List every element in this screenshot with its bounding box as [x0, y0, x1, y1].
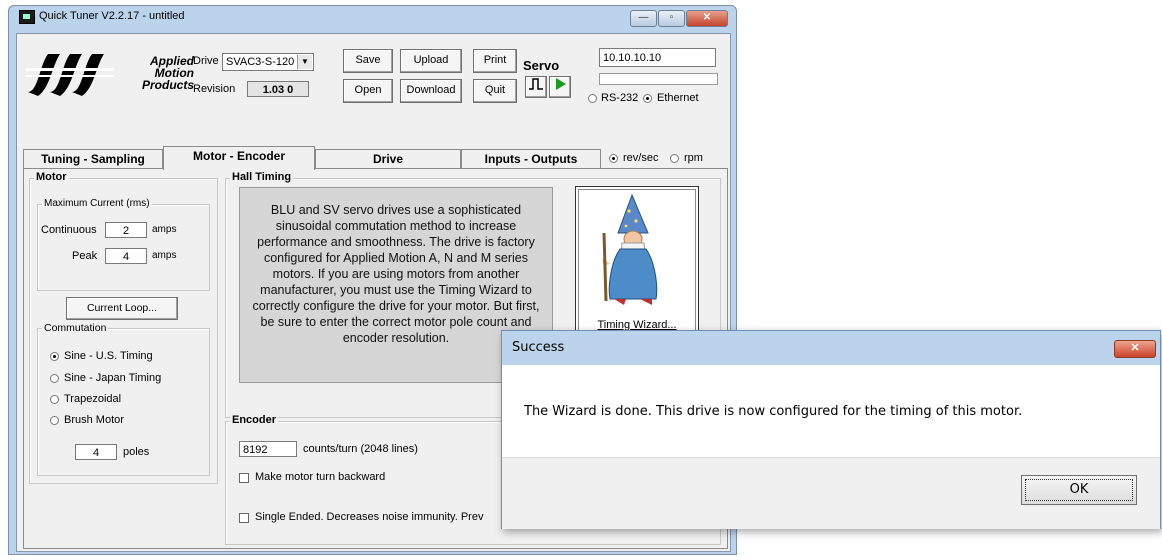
- logo-line-3: Products: [141, 78, 194, 92]
- peak-label: Peak: [72, 250, 98, 262]
- rpm-radio[interactable]: [670, 154, 679, 163]
- motor-group-title: Motor: [34, 171, 69, 183]
- drive-select[interactable]: SVAC3-S-120 ▼: [222, 53, 314, 71]
- ethernet-radio[interactable]: [643, 94, 652, 103]
- servo-run-button[interactable]: [549, 76, 571, 98]
- dialog-message: The Wizard is done. This drive is now co…: [524, 404, 1023, 419]
- peak-current-input[interactable]: 4: [105, 248, 147, 264]
- dialog-title: Success: [512, 340, 565, 355]
- revsec-radio[interactable]: [609, 154, 618, 163]
- commutation-radio-brush[interactable]: [50, 416, 59, 425]
- hall-timing-title: Hall Timing: [230, 171, 294, 183]
- maximize-icon[interactable]: ▫: [658, 10, 685, 27]
- rs232-radio[interactable]: [588, 94, 597, 103]
- minimize-icon[interactable]: —: [630, 10, 657, 27]
- revision-label: Revision: [193, 83, 236, 95]
- tab-inputs-outputs[interactable]: Inputs - Outputs: [461, 149, 601, 169]
- poles-input[interactable]: 4: [75, 444, 117, 460]
- servo-label: Servo: [523, 58, 560, 73]
- continuous-unit: amps: [152, 224, 177, 235]
- rs232-label: RS-232: [601, 92, 639, 104]
- print-button[interactable]: Print: [473, 49, 517, 73]
- servo-pulse-button[interactable]: [525, 76, 547, 98]
- upload-button[interactable]: Upload: [400, 49, 462, 73]
- ip-address-field[interactable]: 10.10.10.10: [599, 48, 716, 67]
- single-ended-label: Single Ended. Decreases noise immunity. …: [255, 511, 484, 523]
- commutation-radio-japan[interactable]: [50, 374, 59, 383]
- tab-tuning-sampling[interactable]: Tuning - Sampling: [23, 149, 163, 169]
- commutation-label-japan: Sine - Japan Timing: [64, 372, 162, 384]
- drive-selected-value: SVAC3-S-120: [226, 56, 295, 68]
- play-icon: [556, 78, 566, 90]
- continuous-current-input[interactable]: 2: [105, 222, 147, 238]
- timing-wizard-button[interactable]: Timing Wizard...: [575, 186, 699, 339]
- rpm-label: rpm: [684, 152, 703, 164]
- applied-motion-logo: Applied Motion Products: [26, 44, 194, 102]
- revision-value: 1.03 0: [247, 81, 309, 97]
- pulse-icon: [529, 78, 543, 90]
- app-icon: [19, 10, 35, 24]
- save-button[interactable]: Save: [343, 49, 393, 73]
- ok-button[interactable]: OK: [1021, 475, 1137, 505]
- tab-motor-encoder[interactable]: Motor - Encoder: [163, 146, 315, 170]
- counts-per-turn-label: counts/turn (2048 lines): [303, 443, 418, 455]
- tab-drive[interactable]: Drive: [315, 149, 461, 169]
- success-dialog: Success ✕ The Wizard is done. This drive…: [501, 330, 1161, 529]
- revsec-label: rev/sec: [623, 152, 659, 164]
- current-loop-button[interactable]: Current Loop...: [66, 297, 178, 320]
- commutation-label-brush: Brush Motor: [64, 414, 124, 426]
- commutation-radio-us[interactable]: [50, 352, 59, 361]
- open-button[interactable]: Open: [343, 79, 393, 103]
- max-current-title: Maximum Current (rms): [42, 198, 152, 209]
- commutation-title: Commutation: [42, 322, 109, 334]
- continuous-label: Continuous: [41, 224, 97, 236]
- motor-backward-label: Make motor turn backward: [255, 471, 386, 483]
- dialog-close-icon[interactable]: ✕: [1114, 340, 1156, 358]
- quit-button[interactable]: Quit: [473, 79, 517, 103]
- poles-label: poles: [123, 446, 150, 458]
- single-ended-checkbox[interactable]: [239, 513, 249, 523]
- dialog-title-bar[interactable]: Success ✕: [502, 331, 1160, 365]
- ethernet-label: Ethernet: [657, 92, 699, 104]
- drive-label: Drive: [193, 55, 219, 67]
- peak-unit: amps: [152, 250, 177, 261]
- counts-per-turn-input[interactable]: 8192: [239, 441, 297, 457]
- motor-backward-checkbox[interactable]: [239, 473, 249, 483]
- logo-wave-icon: [26, 54, 114, 96]
- commutation-radio-trapezoidal[interactable]: [50, 395, 59, 404]
- wizard-icon: [602, 193, 658, 305]
- chevron-down-icon[interactable]: ▼: [297, 55, 312, 69]
- download-button[interactable]: Download: [400, 79, 462, 103]
- encoder-title: Encoder: [230, 414, 279, 426]
- logo-text: Applied Motion Products: [112, 55, 194, 91]
- title-bar[interactable]: Quick Tuner V2.2.17 - untitled — ▫ ✕: [9, 6, 736, 28]
- connection-progress-bar: [599, 73, 718, 85]
- window-title: Quick Tuner V2.2.17 - untitled: [39, 10, 185, 22]
- commutation-label-us: Sine - U.S. Timing: [64, 350, 153, 362]
- close-icon[interactable]: ✕: [686, 10, 728, 27]
- commutation-label-trapezoidal: Trapezoidal: [64, 393, 122, 405]
